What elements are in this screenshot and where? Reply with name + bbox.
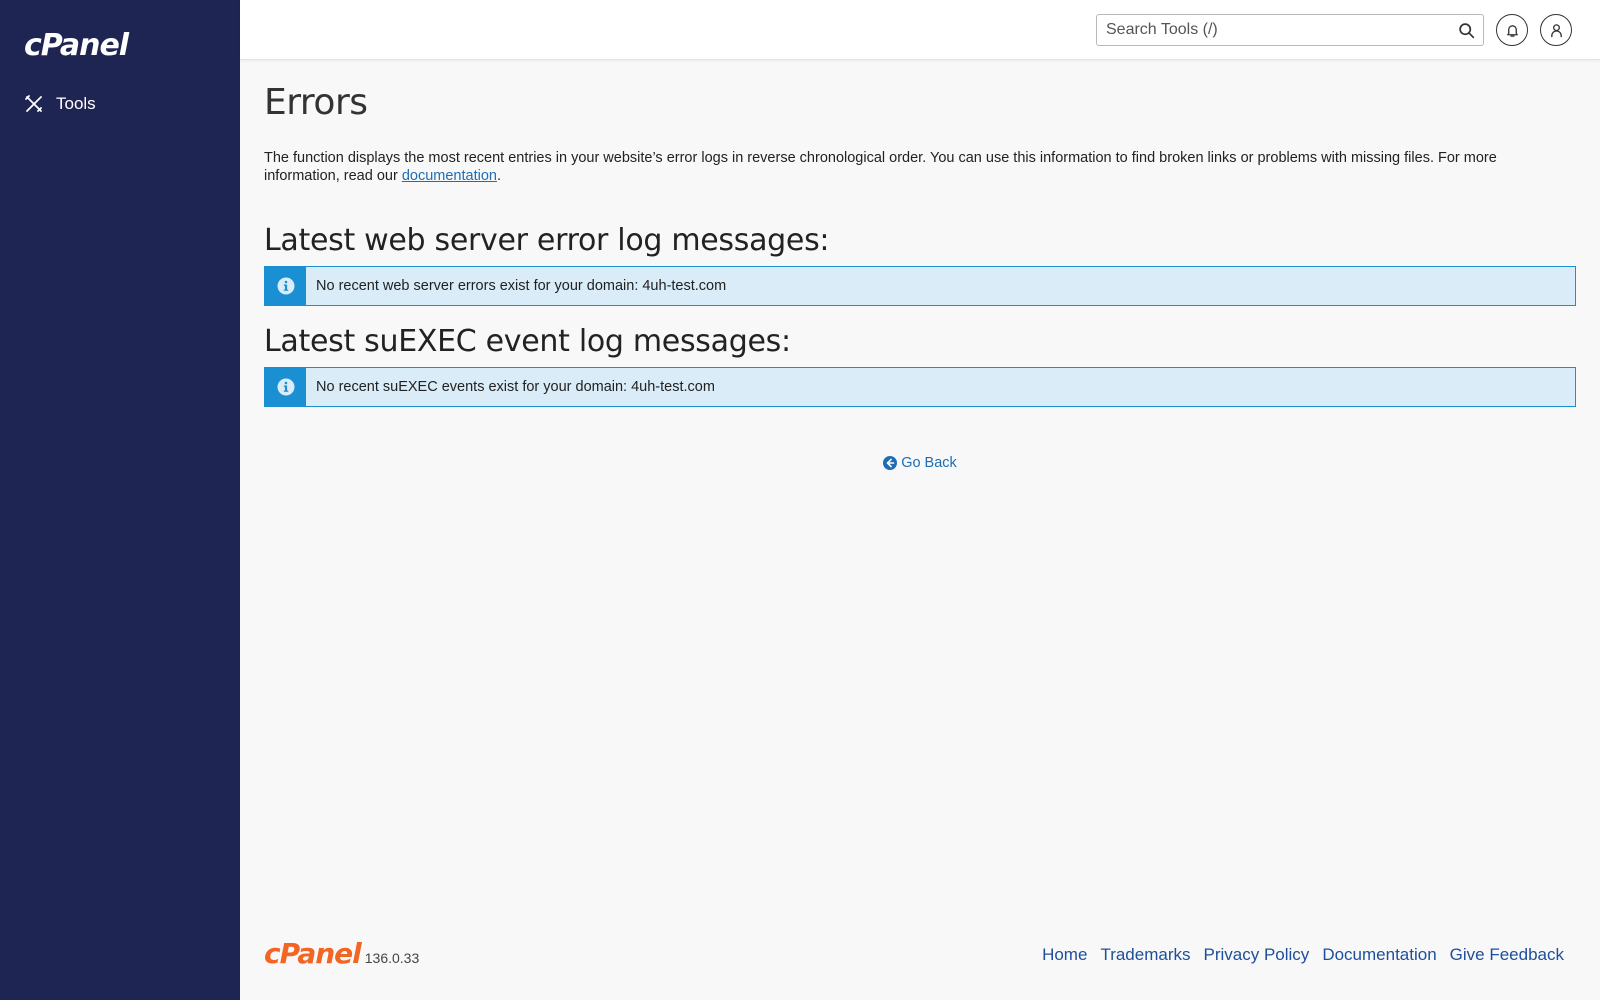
user-icon <box>1550 23 1562 37</box>
web-server-errors-heading: Latest web server error log messages: <box>264 223 830 258</box>
footer-link-home[interactable]: Home <box>1042 945 1087 965</box>
bell-icon <box>1506 24 1518 37</box>
tools-icon <box>25 95 42 112</box>
sidebar-item-label: Tools <box>56 94 96 113</box>
main-content: Errors The function displays the most re… <box>264 60 1576 471</box>
go-back-container: Go Back <box>264 455 1576 471</box>
suexec-events-callout: No recent suEXEC events exist for your d… <box>264 367 1576 407</box>
version-label: 136.0.33 <box>364 950 420 966</box>
search-input[interactable] <box>1097 15 1483 45</box>
search-icon[interactable] <box>1458 22 1475 39</box>
suexec-events-heading: Latest suEXEC event log messages: <box>264 324 791 359</box>
footer-brand: cPanel 136.0.33 <box>264 940 419 968</box>
footer-link-trademarks[interactable]: Trademarks <box>1100 945 1190 965</box>
callout-message: No recent web server errors exist for yo… <box>316 278 727 294</box>
notifications-button[interactable] <box>1496 14 1528 46</box>
description-end: . <box>496 168 501 184</box>
documentation-link[interactable]: documentation <box>402 168 497 184</box>
callout-message: No recent suEXEC events exist for your d… <box>316 379 715 395</box>
info-icon <box>277 277 294 295</box>
footer-cpanel-logo: cPanel <box>264 937 362 970</box>
sidebar: cPanel Tools <box>0 0 240 1000</box>
cpanel-logo[interactable]: cPanel <box>24 28 129 63</box>
user-menu-button[interactable] <box>1540 14 1572 46</box>
page-description: The function displays the most recent en… <box>264 149 1576 185</box>
search-box <box>1096 14 1484 46</box>
footer-link-privacy-policy[interactable]: Privacy Policy <box>1204 945 1310 965</box>
callout-icon-box <box>265 368 306 406</box>
info-icon <box>277 378 294 396</box>
arrow-circle-left-icon <box>883 456 898 470</box>
footer-link-give-feedback[interactable]: Give Feedback <box>1450 945 1564 965</box>
web-server-errors-callout: No recent web server errors exist for yo… <box>264 266 1576 306</box>
footer-link-documentation[interactable]: Documentation <box>1322 945 1436 965</box>
page-title: Errors <box>264 82 368 123</box>
top-header <box>240 0 1600 60</box>
footer-links: Home Trademarks Privacy Policy Documenta… <box>1042 945 1564 965</box>
go-back-link[interactable]: Go Back <box>883 455 957 471</box>
sidebar-item-tools[interactable]: Tools <box>24 94 96 114</box>
callout-icon-box <box>265 267 306 305</box>
go-back-label: Go Back <box>901 455 957 471</box>
